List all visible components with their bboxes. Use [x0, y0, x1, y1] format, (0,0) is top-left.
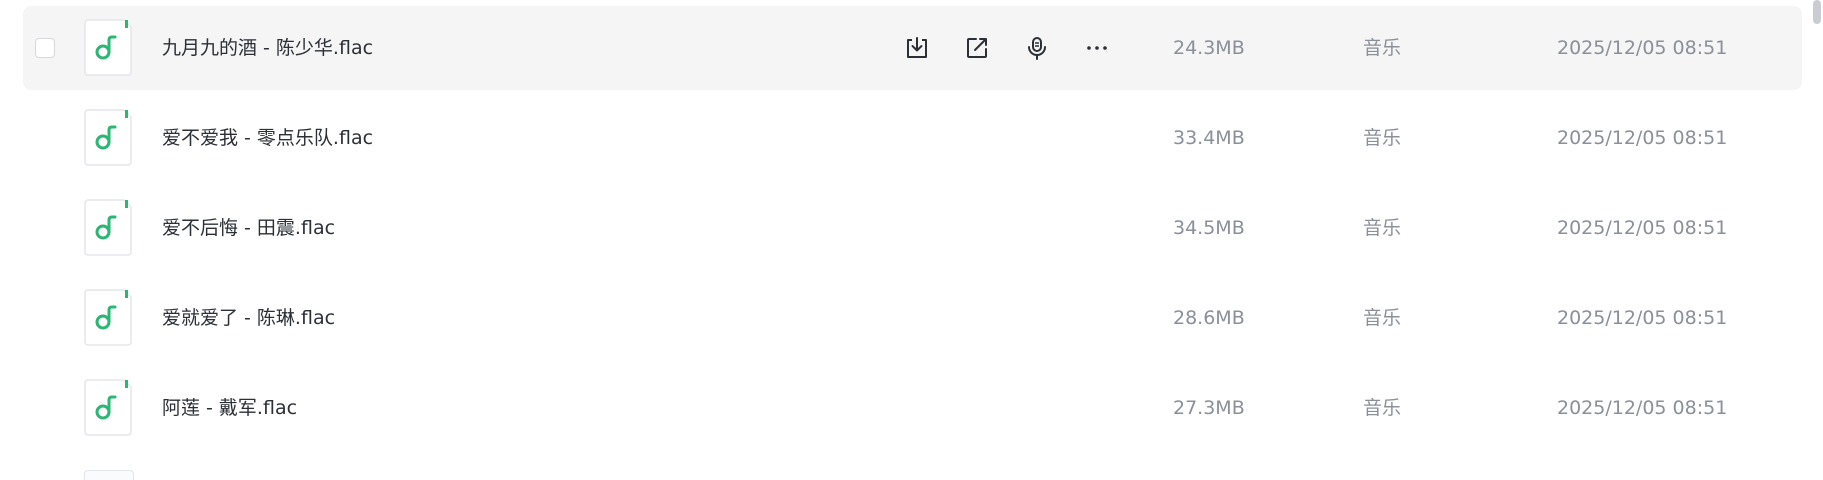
file-list: 九月九的酒 - 陈少华.flac 24.3MB 音乐 2025/12/05 08… [0, 0, 1823, 480]
share-icon[interactable] [963, 34, 991, 62]
file-name[interactable]: 九月九的酒 - 陈少华.flac [162, 35, 373, 61]
file-size: 33.4MB [1173, 127, 1245, 149]
download-icon[interactable] [903, 34, 931, 62]
file-row[interactable]: 爱不爱我 - 零点乐队.flac 33.4MB 音乐 2025/12/05 08… [23, 96, 1802, 180]
music-file-icon [84, 19, 132, 76]
file-type: 音乐 [1363, 397, 1402, 419]
file-name[interactable]: 爱就爱了 - 陈琳.flac [162, 305, 335, 331]
file-row[interactable]: 九月九的酒 - 陈少华.flac 24.3MB 音乐 2025/12/05 08… [23, 6, 1802, 90]
file-name[interactable]: 爱不爱我 - 零点乐队.flac [162, 125, 373, 151]
file-date: 2025/12/05 08:51 [1557, 217, 1728, 239]
file-row[interactable]: 阿莲 - 戴军.flac 27.3MB 音乐 2025/12/05 08:51 [23, 366, 1802, 450]
file-size: 28.6MB [1173, 307, 1245, 329]
file-date: 2025/12/05 08:51 [1557, 37, 1728, 59]
more-icon[interactable] [1083, 34, 1111, 62]
music-file-icon [84, 199, 132, 256]
file-row[interactable]: 爱就爱了 - 陈琳.flac 28.6MB 音乐 2025/12/05 08:5… [23, 276, 1802, 360]
file-date: 2025/12/05 08:51 [1557, 307, 1728, 329]
file-type: 音乐 [1363, 127, 1402, 149]
row-actions [903, 34, 1143, 62]
microphone-icon[interactable] [1023, 34, 1051, 62]
music-file-icon [84, 109, 132, 166]
file-date: 2025/12/05 08:51 [1557, 397, 1728, 419]
file-name[interactable]: 爱不后悔 - 田震.flac [162, 215, 335, 241]
file-size: 24.3MB [1173, 37, 1245, 59]
music-file-icon [84, 470, 134, 480]
file-type: 音乐 [1363, 37, 1402, 59]
file-size: 34.5MB [1173, 217, 1245, 239]
row-checkbox[interactable] [35, 38, 55, 58]
music-file-icon [84, 379, 132, 436]
file-type: 音乐 [1363, 217, 1402, 239]
file-size: 27.3MB [1173, 397, 1245, 419]
scrollbar[interactable] [1813, 0, 1821, 24]
music-file-icon [84, 289, 132, 346]
file-name[interactable]: 阿莲 - 戴军.flac [162, 395, 297, 421]
file-row[interactable]: 爱不后悔 - 田震.flac 34.5MB 音乐 2025/12/05 08:5… [23, 186, 1802, 270]
file-date: 2025/12/05 08:51 [1557, 127, 1728, 149]
file-type: 音乐 [1363, 307, 1402, 329]
